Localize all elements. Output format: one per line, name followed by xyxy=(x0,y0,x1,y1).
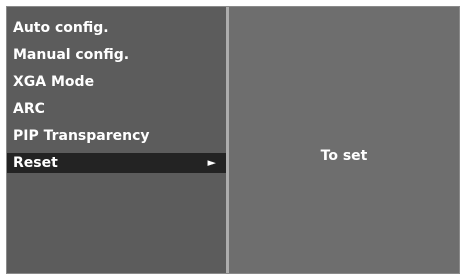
menu-item-label: XGA Mode xyxy=(13,74,95,90)
osd-menu-window: Auto config. Manual config. XGA Mode ARC… xyxy=(6,6,460,274)
menu-item-pip-transparency[interactable]: PIP Transparency xyxy=(7,123,226,150)
detail-panel: To set xyxy=(229,7,459,273)
menu-item-label: Reset xyxy=(13,155,58,171)
menu-item-auto-config[interactable]: Auto config. xyxy=(7,15,226,42)
menu-item-label: PIP Transparency xyxy=(13,128,150,144)
menu-item-label: Auto config. xyxy=(13,20,109,36)
right-triangle-icon: ► xyxy=(207,156,216,169)
menu-item-xga-mode[interactable]: XGA Mode xyxy=(7,69,226,96)
menu-list: Auto config. Manual config. XGA Mode ARC… xyxy=(7,7,226,273)
menu-item-label: Manual config. xyxy=(13,47,130,63)
detail-instruction: To set xyxy=(320,148,368,164)
menu-item-label: ARC xyxy=(13,101,45,117)
menu-item-manual-config[interactable]: Manual config. xyxy=(7,42,226,69)
menu-item-reset[interactable]: Reset ► xyxy=(7,153,226,173)
menu-item-arc[interactable]: ARC xyxy=(7,96,226,123)
